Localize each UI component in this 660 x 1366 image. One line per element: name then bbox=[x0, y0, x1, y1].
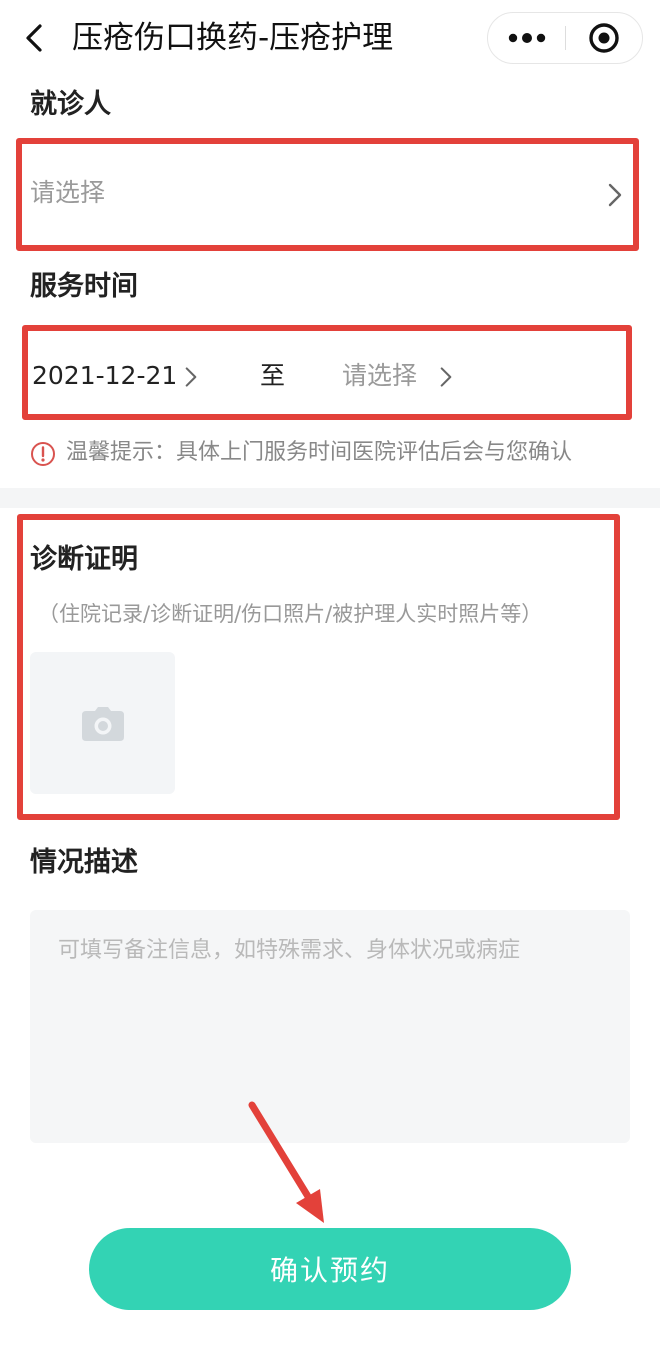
target-circle-icon bbox=[589, 23, 619, 53]
more-dots-icon bbox=[508, 33, 546, 43]
service-time-label: 服务时间 bbox=[30, 271, 138, 302]
more-button[interactable] bbox=[488, 13, 566, 63]
back-button[interactable] bbox=[18, 18, 54, 58]
appointment-page: 压疮伤口换药-压疮护理 就诊人 请选择 服务时间 2021-12-21 至 请选… bbox=[0, 0, 660, 1366]
annotation-arrow bbox=[248, 1101, 324, 1223]
close-button[interactable] bbox=[566, 13, 642, 63]
mini-program-capsule bbox=[487, 12, 643, 64]
tip-text: 温馨提示：具体上门服务时间医院评估后会与您确认 bbox=[66, 440, 573, 465]
warning-circle-icon bbox=[31, 442, 55, 466]
annotation-box-patient bbox=[16, 138, 639, 251]
nav-header: 压疮伤口换药-压疮护理 bbox=[0, 0, 660, 78]
section-separator bbox=[0, 488, 660, 508]
description-label: 情况描述 bbox=[30, 847, 138, 878]
confirm-appointment-button[interactable]: 确认预约 bbox=[89, 1228, 571, 1310]
chevron-left-icon bbox=[26, 24, 42, 52]
annotation-box-service-time bbox=[22, 325, 632, 420]
patient-label: 就诊人 bbox=[30, 89, 111, 120]
annotation-box-diagnosis bbox=[17, 514, 620, 820]
page-title: 压疮伤口换药-压疮护理 bbox=[72, 20, 394, 56]
